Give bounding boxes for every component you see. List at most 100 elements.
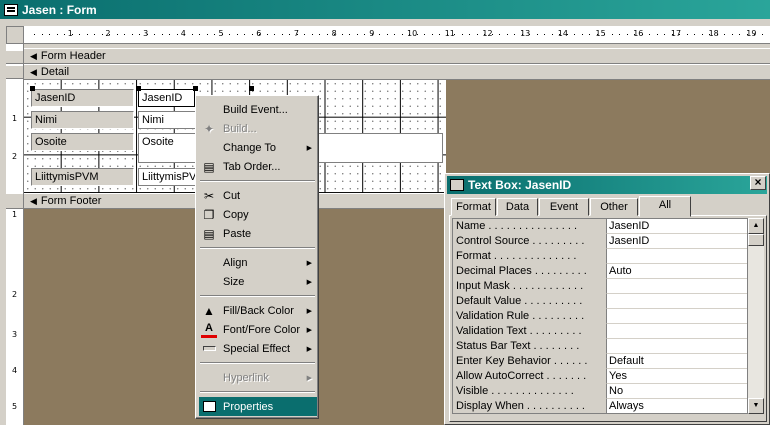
menu-item-label: Build Event... <box>223 103 288 116</box>
tab-format[interactable]: Format <box>451 198 496 216</box>
window-title: Jasen : Form <box>22 2 97 17</box>
close-button[interactable]: × <box>750 176 766 190</box>
property-value[interactable]: No <box>606 384 747 399</box>
property-value[interactable] <box>606 309 747 324</box>
tab-other[interactable]: Other <box>590 198 638 216</box>
ruler-number: 3 <box>12 330 18 339</box>
property-row[interactable]: Default Value . . . . . . . . . . <box>453 294 747 309</box>
vertical-ruler[interactable]: 1 2 1 2 3 4 5 <box>6 44 24 425</box>
selection-handle[interactable] <box>249 86 254 91</box>
ruler-tick <box>214 34 215 35</box>
ruler-tick <box>484 34 485 35</box>
paint-bucket-icon: ▲ <box>203 303 215 318</box>
label-jasenid[interactable]: JasenID <box>31 89 134 107</box>
property-row[interactable]: Control Source . . . . . . . . . JasenID <box>453 234 747 249</box>
textbox-osoite-extent[interactable] <box>318 133 443 163</box>
property-row[interactable]: Status Bar Text . . . . . . . . <box>453 339 747 354</box>
form-header-bar[interactable]: ◀ Form Header <box>24 48 770 64</box>
scroll-up-button[interactable]: ▲ <box>748 218 764 234</box>
ruler-tick <box>611 34 613 35</box>
property-value[interactable]: Auto <box>606 264 747 279</box>
property-row[interactable]: Validation Rule . . . . . . . . . <box>453 309 747 324</box>
ruler-tick <box>319 34 320 35</box>
property-value[interactable]: JasenID <box>606 234 747 249</box>
property-row[interactable]: Input Mask . . . . . . . . . . . . <box>453 279 747 294</box>
property-value[interactable] <box>606 249 747 264</box>
property-row[interactable]: Format . . . . . . . . . . . . . . <box>453 249 747 264</box>
tab-data[interactable]: Data <box>497 198 538 216</box>
ruler-tick <box>349 34 350 35</box>
ruler-tick <box>79 34 80 35</box>
property-name: Format . . . . . . . . . . . . . . <box>453 249 606 264</box>
ruler-band-footer <box>6 193 23 209</box>
ruler-tick <box>439 34 440 35</box>
horizontal-ruler[interactable]: 12345678910111213141516171819 <box>24 26 770 44</box>
menu-item-fill-back-color[interactable]: ▲ Fill/Back Color ▶ <box>199 301 317 320</box>
label-move-handle[interactable] <box>30 86 35 91</box>
label-osoite[interactable]: Osoite <box>31 133 134 151</box>
property-value[interactable] <box>606 339 747 354</box>
menu-item-font-fore-color[interactable]: A Font/Fore Color ▶ <box>199 320 317 339</box>
property-sheet-title: Text Box: JasenID <box>468 178 572 192</box>
property-row[interactable]: Visible . . . . . . . . . . . . . . No <box>453 384 747 399</box>
menu-item-size[interactable]: Size ▶ <box>199 272 317 291</box>
ruler-tick <box>559 34 560 35</box>
property-value[interactable] <box>606 294 747 309</box>
property-name: Display When . . . . . . . . . . <box>453 399 606 413</box>
property-value[interactable]: Always <box>606 399 747 413</box>
scroll-thumb[interactable] <box>748 234 764 246</box>
property-row[interactable]: Enter Key Behavior . . . . . . Default <box>453 354 747 369</box>
form-header-label: Form Header <box>40 50 106 62</box>
property-scrollbar[interactable]: ▲ ▼ <box>748 218 764 414</box>
menu-item-properties[interactable]: Properties <box>199 397 317 416</box>
textbox-nimi[interactable]: Nimi <box>138 111 196 129</box>
property-row[interactable]: Name . . . . . . . . . . . . . . . JasenI… <box>453 219 747 234</box>
ruler-tick <box>551 34 553 35</box>
property-value[interactable]: Yes <box>606 369 747 384</box>
menu-item-cut[interactable]: ✂ Cut <box>199 186 317 205</box>
menu-item-hyperlink[interactable]: Hyperlink ▶ <box>199 368 317 387</box>
menu-item-label: Size <box>223 275 245 288</box>
label-nimi[interactable]: Nimi <box>31 111 134 129</box>
scroll-down-button[interactable]: ▼ <box>748 398 764 414</box>
menu-item-copy[interactable]: ❐ Copy <box>199 205 317 224</box>
menu-item-align[interactable]: Align ▶ <box>199 253 317 272</box>
menu-item-build-event[interactable]: Build Event... <box>199 100 317 119</box>
selection-handle[interactable] <box>193 86 198 91</box>
property-row[interactable]: Display When . . . . . . . . . . Always <box>453 399 747 413</box>
ruler-tick <box>386 34 388 35</box>
tab-event[interactable]: Event <box>539 198 589 216</box>
tab-all[interactable]: All <box>639 196 691 217</box>
menu-item-label: Align <box>223 256 248 269</box>
property-value[interactable]: JasenID <box>606 219 747 234</box>
window-titlebar[interactable]: Jasen : Form <box>0 0 770 19</box>
selection-handle[interactable] <box>136 86 141 91</box>
arrow-up-icon: ▲ <box>752 222 760 229</box>
ruler-tick <box>596 34 598 35</box>
property-sheet-titlebar[interactable]: Text Box: JasenID <box>447 176 767 194</box>
property-row[interactable]: Allow AutoCorrect . . . . . . . Yes <box>453 369 747 384</box>
textbox-liittymispvm[interactable]: LiittymisPV <box>138 168 196 186</box>
ruler-tick <box>56 34 58 35</box>
property-row[interactable]: Decimal Places . . . . . . . . . Auto <box>453 264 747 279</box>
menu-item-build[interactable]: ✦ Build... <box>199 119 317 138</box>
ruler-tick <box>731 34 733 35</box>
ruler-number: 1 <box>12 210 18 219</box>
ruler-corner[interactable] <box>6 26 24 44</box>
menu-item-tab-order[interactable]: ▤ Tab Order... <box>199 157 317 176</box>
menu-item-change-to[interactable]: Change To ▶ <box>199 138 317 157</box>
property-value[interactable] <box>606 279 747 294</box>
property-value[interactable]: Default <box>606 354 747 369</box>
ruler-tick <box>131 34 133 35</box>
ruler-tick <box>191 34 193 35</box>
menu-item-special-effect[interactable]: Special Effect ▶ <box>199 339 317 358</box>
property-row[interactable]: Validation Text . . . . . . . . . <box>453 324 747 339</box>
tab-order-icon: ▤ <box>203 159 215 174</box>
textbox-osoite[interactable]: Osoite <box>138 133 196 163</box>
detail-bar[interactable]: ◀ Detail <box>24 64 770 80</box>
textbox-jasenid[interactable]: JasenID <box>138 89 195 107</box>
label-liittymispvm[interactable]: LiittymisPVM <box>31 168 134 186</box>
property-value[interactable] <box>606 324 747 339</box>
menu-item-label: Font/Fore Color <box>223 323 301 336</box>
menu-item-paste[interactable]: ▤ Paste <box>199 224 317 243</box>
